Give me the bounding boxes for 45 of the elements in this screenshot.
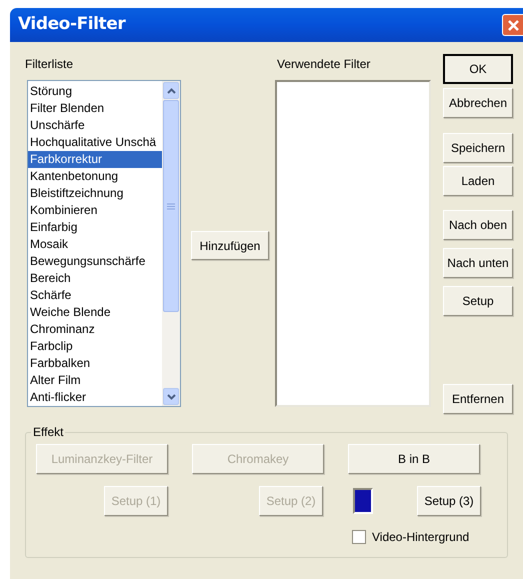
dialog-button[interactable]: Nach oben xyxy=(443,210,513,240)
effect-button[interactable]: Setup (3) xyxy=(417,486,481,516)
scroll-down-button[interactable] xyxy=(163,388,179,405)
dialog-button[interactable]: Laden xyxy=(443,166,513,196)
scroll-up-button[interactable] xyxy=(163,82,179,99)
dialog-button[interactable]: Speichern xyxy=(443,133,513,163)
list-item[interactable]: Schärfe xyxy=(28,287,162,304)
list-item[interactable]: Einfarbig xyxy=(28,219,162,236)
list-item[interactable]: Chrominanz xyxy=(28,321,162,338)
list-item[interactable]: Störung xyxy=(28,83,162,100)
scrollbar[interactable] xyxy=(162,81,180,406)
list-item[interactable]: Farbbalken xyxy=(28,355,162,372)
list-item[interactable]: Kantenbetonung xyxy=(28,168,162,185)
dialog-button[interactable]: Setup xyxy=(443,286,513,316)
grip-icon xyxy=(167,202,175,210)
color-swatch[interactable] xyxy=(353,488,373,514)
list-item[interactable]: Farbclip xyxy=(28,338,162,355)
list-item[interactable]: Kombinieren xyxy=(28,202,162,219)
list-item[interactable]: Alter Film xyxy=(28,372,162,389)
dialog-button[interactable]: Abbrechen xyxy=(443,88,513,118)
add-button[interactable]: Hinzufügen xyxy=(191,231,269,260)
dialog-button[interactable]: OK xyxy=(443,54,513,84)
list-item[interactable]: Farbkorrektur xyxy=(28,151,162,168)
list-item[interactable]: Anti-flicker xyxy=(28,389,162,406)
dialog-button[interactable]: Nach unten xyxy=(443,248,513,278)
caret-down-icon xyxy=(166,394,176,400)
list-item[interactable]: Bewegungsunschärfe xyxy=(28,253,162,270)
checkbox-label: Video-Hintergrund xyxy=(372,529,470,546)
list-item[interactable]: Hochqualitative Unschä xyxy=(28,134,162,151)
caret-up-icon xyxy=(166,88,176,94)
list-label: Verwendete Filter xyxy=(277,56,372,72)
close-button[interactable] xyxy=(502,14,523,36)
list-item[interactable]: Filter Blenden xyxy=(28,100,162,117)
list-item[interactable]: Weiche Blende xyxy=(28,304,162,321)
list-item[interactable]: Mosaik xyxy=(28,236,162,253)
list-item[interactable]: Bereich xyxy=(28,270,162,287)
list-item[interactable]: Unschärfe xyxy=(28,117,162,134)
window-title: Video-Filter xyxy=(18,13,126,36)
list-item[interactable]: Bleistiftzeichnung xyxy=(28,185,162,202)
dialog-button[interactable]: Entfernen xyxy=(443,384,513,414)
close-icon xyxy=(506,18,520,32)
checkbox[interactable] xyxy=(352,530,366,544)
list-label: Filterliste xyxy=(25,56,74,72)
effect-button[interactable]: B in B xyxy=(348,444,480,474)
scroll-thumb[interactable] xyxy=(163,100,179,312)
